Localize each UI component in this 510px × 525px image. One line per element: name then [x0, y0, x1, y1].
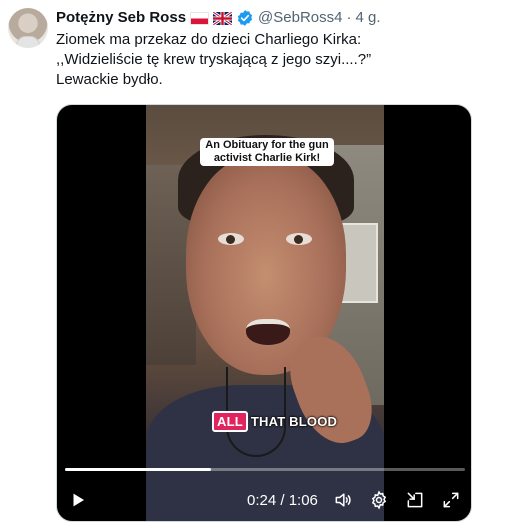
settings-icon[interactable]	[368, 489, 390, 511]
pip-icon[interactable]	[404, 489, 426, 511]
caption-rest: THAT BLOOD	[250, 414, 338, 429]
video-controls: 0:24 / 1:06	[57, 485, 471, 515]
play-icon[interactable]	[67, 489, 89, 511]
poland-flag-icon	[190, 11, 210, 25]
tweet-text: Ziomek ma przekaz do dzieci Charliego Ki…	[56, 30, 496, 90]
uk-flag-icon	[213, 11, 233, 25]
separator-dot: ·	[346, 9, 352, 26]
tweet-header: Potężny Seb Ross @SebRoss4 · 4 g.	[56, 8, 381, 28]
video-caption-top: An Obituary for the gun activist Charlie…	[200, 138, 334, 166]
video-timecode: 0:24 / 1:06	[247, 492, 318, 509]
caption-highlight-word: ALL	[212, 411, 248, 432]
video-caption-bottom: ALL THAT BLOOD	[212, 411, 337, 432]
volume-icon[interactable]	[332, 489, 354, 511]
tweet-line: Lewackie bydło.	[56, 71, 163, 88]
video-progress-bar[interactable]	[65, 468, 465, 471]
author-name[interactable]: Potężny Seb Ross	[56, 8, 186, 28]
verified-badge-icon	[236, 9, 254, 27]
video-progress-fill	[65, 468, 211, 471]
tweet-line: Ziomek ma przekaz do dzieci Charliego Ki…	[56, 31, 362, 48]
tweet-line: ,,Widzieliście tę krew tryskającą z jego…	[56, 51, 372, 68]
tweet-time[interactable]: 4 g.	[355, 8, 380, 28]
video-player[interactable]: An Obituary for the gun activist Charlie…	[56, 104, 472, 522]
video-frame[interactable]	[146, 105, 384, 521]
author-handle[interactable]: @SebRoss4	[258, 8, 342, 28]
avatar[interactable]	[8, 8, 48, 48]
fullscreen-icon[interactable]	[440, 489, 462, 511]
